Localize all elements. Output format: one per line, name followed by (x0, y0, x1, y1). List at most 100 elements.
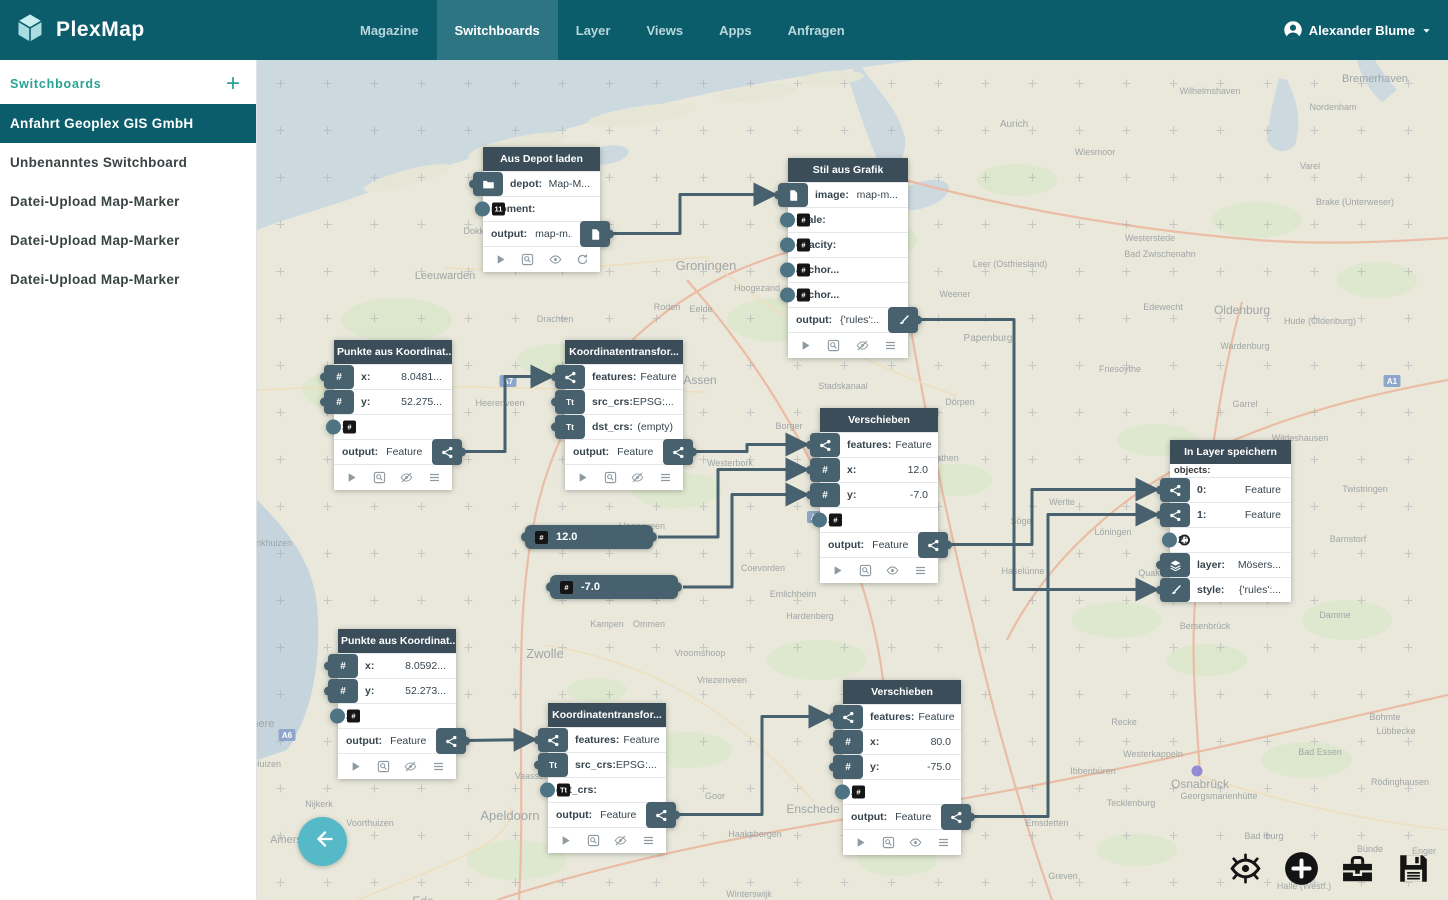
row-value[interactable]: Feature (1245, 484, 1285, 496)
row-value[interactable]: {'rules':... (1239, 584, 1285, 596)
number-icon[interactable]: # (833, 730, 863, 754)
row-value[interactable]: 52.273... (405, 685, 450, 697)
node-verschieben-1[interactable]: Verschiebenfeatures:Feature#x:12.0#y:-7.… (820, 408, 938, 583)
row-value[interactable]: Feature (617, 446, 653, 458)
unconnected-port[interactable] (1162, 533, 1177, 548)
share-icon[interactable] (663, 439, 693, 465)
node-aus-depot-laden[interactable]: Aus Depot ladendepot:Map-M...11moment:ou… (483, 147, 600, 272)
node-verschieben-2[interactable]: Verschiebenfeatures:Feature#x:80.0#y:-75… (843, 680, 961, 855)
play-icon[interactable] (799, 339, 812, 352)
tab-apps[interactable]: Apps (701, 0, 770, 60)
node-row-opacity[interactable]: #opacity: (788, 232, 908, 257)
node-row-x[interactable]: #x:80.0 (843, 729, 961, 754)
file-icon[interactable] (778, 183, 808, 207)
node-stil-aus-grafik[interactable]: Stil aus Grafikimage:map-m...#scale:#opa… (788, 158, 908, 358)
unconnected-port[interactable] (540, 783, 555, 798)
search-icon[interactable] (882, 836, 895, 849)
node-row-x[interactable]: #x:8.0481... (334, 364, 452, 389)
number-icon[interactable]: # (328, 654, 358, 678)
tab-views[interactable]: Views (628, 0, 701, 60)
add-switchboard-button[interactable]: + (226, 75, 240, 93)
row-value[interactable]: Feature (1245, 509, 1285, 521)
row-value[interactable]: Map-M... (549, 178, 594, 190)
layers-icon[interactable] (1160, 553, 1190, 577)
unconnected-port[interactable] (835, 785, 850, 800)
play-icon[interactable] (559, 834, 572, 847)
sidebar-item-3[interactable]: Datei-Upload Map-Marker (0, 221, 256, 260)
play-icon[interactable] (349, 760, 362, 773)
unconnected-port[interactable] (475, 202, 490, 217)
share-icon[interactable] (646, 802, 676, 828)
node-row-z[interactable]: #z: (820, 507, 938, 532)
node-title[interactable]: Stil aus Grafik (788, 158, 908, 182)
row-value[interactable]: Feature (386, 446, 422, 458)
collapse-sidebar-button[interactable] (298, 817, 347, 866)
eye-off-icon[interactable] (631, 471, 644, 484)
brush-icon[interactable] (1160, 578, 1190, 602)
row-value[interactable]: Feature (640, 371, 676, 383)
share-icon[interactable] (432, 439, 462, 465)
save-icon[interactable] (1395, 850, 1432, 887)
refresh-icon[interactable] (576, 253, 589, 266)
row-value[interactable]: EPSG:... (633, 396, 677, 408)
share-icon[interactable] (555, 365, 585, 389)
add-icon[interactable] (1283, 850, 1320, 887)
share-icon[interactable] (918, 532, 948, 558)
row-value[interactable]: {'rules':... (840, 314, 880, 326)
eye-icon[interactable] (886, 564, 899, 577)
number-icon[interactable]: # (328, 679, 358, 703)
node-row-dstcrs[interactable]: Ttdst_crs:(empty) (565, 414, 683, 439)
eye-off-icon[interactable] (856, 339, 869, 352)
row-value[interactable]: Feature (872, 539, 908, 551)
search-icon[interactable] (587, 834, 600, 847)
share-icon[interactable] (436, 728, 466, 754)
sidebar-item-2[interactable]: Datei-Upload Map-Marker (0, 182, 256, 221)
node-row-style[interactable]: style:{'rules':... (1170, 577, 1291, 602)
unconnected-port[interactable] (780, 288, 795, 303)
node-title[interactable]: Aus Depot laden (483, 147, 600, 171)
node-row-srccrs[interactable]: Ttsrc_crs:EPSG:... (548, 752, 666, 777)
row-value[interactable]: map-m... (857, 189, 902, 201)
node-row-z[interactable]: #z: (843, 779, 961, 804)
share-icon[interactable] (538, 728, 568, 752)
node-row-2[interactable]: 2: (1170, 527, 1291, 552)
eye-off-icon[interactable] (614, 834, 627, 847)
node-row-output[interactable]: output:{'rules':... (788, 307, 908, 332)
tab-anfragen[interactable]: Anfragen (770, 0, 863, 60)
node-row-y[interactable]: #y:52.273... (338, 678, 456, 703)
node-row-scale[interactable]: #scale: (788, 207, 908, 232)
node-row-output[interactable]: output:Feature (548, 802, 666, 827)
row-value[interactable]: Feature (600, 809, 636, 821)
share-icon[interactable] (1160, 478, 1190, 502)
search-icon[interactable] (859, 564, 872, 577)
node-title[interactable]: Verschieben (843, 680, 961, 704)
node-title[interactable]: Verschieben (820, 408, 938, 432)
row-value[interactable]: -7.0 (910, 489, 932, 501)
share-icon[interactable] (833, 705, 863, 729)
row-value[interactable]: 8.0592... (405, 660, 450, 672)
unconnected-port[interactable] (780, 238, 795, 253)
text-icon[interactable]: Tt (538, 753, 568, 777)
brush-icon[interactable] (888, 307, 918, 333)
toolbox-icon[interactable] (1339, 850, 1376, 887)
sidebar-item-0[interactable]: Anfahrt Geoplex GIS GmbH (0, 104, 256, 143)
eye-icon[interactable] (909, 836, 922, 849)
search-icon[interactable] (521, 253, 534, 266)
node-punkte-aus-koordinaten-2[interactable]: Punkte aus Koordinat...#x:8.0592...#y:52… (338, 629, 456, 779)
node-koordinatentransformation-2[interactable]: Koordinatentransfor...features:FeatureTt… (548, 703, 666, 853)
row-value[interactable]: Feature (623, 734, 659, 746)
node-row-features[interactable]: features:Feature (548, 727, 666, 752)
search-icon[interactable] (373, 471, 386, 484)
row-value[interactable]: EPSG:... (616, 759, 660, 771)
node-row-output[interactable]: output:Feature (338, 728, 456, 753)
node-row-features[interactable]: features:Feature (820, 432, 938, 457)
node-row-output[interactable]: output:Feature (843, 804, 961, 829)
visibility-icon[interactable] (1227, 850, 1264, 887)
share-icon[interactable] (1160, 503, 1190, 527)
play-icon[interactable] (345, 471, 358, 484)
node-title[interactable]: Punkte aus Koordinat... (334, 340, 452, 364)
number-icon[interactable]: # (833, 755, 863, 779)
node-row-features[interactable]: features:Feature (565, 364, 683, 389)
unconnected-port[interactable] (330, 709, 345, 724)
search-icon[interactable] (827, 339, 840, 352)
